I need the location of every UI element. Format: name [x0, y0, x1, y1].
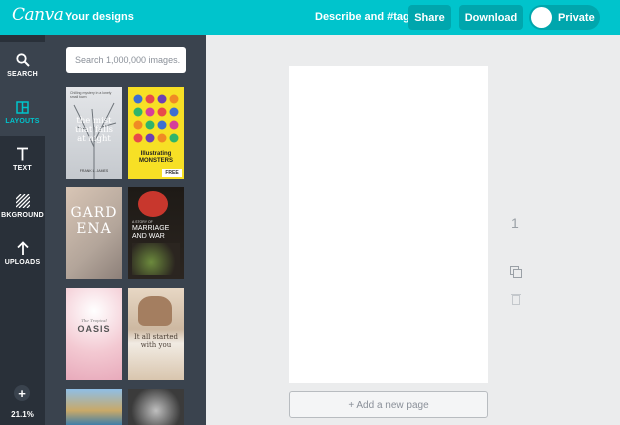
- layout-thumbnail[interactable]: [66, 389, 122, 425]
- zoom-level[interactable]: 21.1%: [0, 410, 45, 419]
- layout-title: Illustrating MONSTERS: [138, 151, 173, 164]
- download-button[interactable]: Download: [459, 5, 523, 30]
- layout-thumbnail[interactable]: It all started with you: [128, 288, 184, 380]
- red-flower-image: [138, 191, 168, 217]
- layout-title: MARRIAGE AND WAR: [132, 225, 170, 240]
- image-search-input[interactable]: Search 1,000,000 images.: [66, 47, 186, 73]
- layout-title: the mist that falls at night: [74, 116, 114, 144]
- layout-kicker: The Tropical: [81, 318, 107, 323]
- left-rail: SEARCH LAYOUTS TEXT BKGROUND UPLOADS + 2…: [0, 35, 45, 425]
- describe-and-tag-link[interactable]: Describe and #tag: [315, 11, 410, 23]
- your-designs-link[interactable]: Your designs: [65, 11, 134, 23]
- delete-page-icon[interactable]: [511, 292, 523, 305]
- layout-thumbnail[interactable]: Illustrating MONSTERS FREE: [128, 87, 184, 179]
- sidebar-item-search[interactable]: SEARCH: [0, 42, 45, 89]
- foliage-image: [132, 243, 180, 275]
- layout-thumbnail[interactable]: GARDENA: [66, 187, 122, 279]
- private-label: Private: [558, 12, 595, 24]
- layout-thumbnail[interactable]: Chilling mystery in a lonely small town …: [66, 87, 122, 179]
- page-number: 1: [511, 215, 519, 231]
- upload-icon: [0, 239, 45, 257]
- search-icon: [0, 51, 45, 69]
- sidebar-item-uploads[interactable]: UPLOADS: [0, 230, 45, 277]
- layout-author: FRANK L. JAMES: [79, 169, 109, 173]
- text-icon: [0, 145, 45, 163]
- couple-image: [138, 296, 172, 326]
- layouts-panel: Search 1,000,000 images. Chilling myster…: [45, 35, 206, 425]
- add-new-page-button[interactable]: + Add a new page: [289, 391, 488, 418]
- layout-title: It all started with you: [133, 333, 179, 349]
- sidebar-item-label: LAYOUTS: [5, 118, 40, 125]
- add-element-button[interactable]: +: [14, 385, 30, 401]
- background-icon: [0, 192, 45, 210]
- monster-faces-image: [133, 94, 179, 143]
- sidebar-item-label: SEARCH: [7, 71, 38, 78]
- layout-title: GARDENA: [70, 205, 118, 237]
- sidebar-item-label: UPLOADS: [4, 259, 41, 266]
- share-button[interactable]: Share: [408, 5, 451, 30]
- toggle-knob: [531, 7, 552, 28]
- layout-thumbnail[interactable]: The Tropical OASIS: [66, 288, 122, 380]
- private-toggle[interactable]: Private: [529, 5, 600, 30]
- sidebar-item-background[interactable]: BKGROUND: [0, 183, 45, 230]
- layout-kicker: A STORY OF: [132, 220, 153, 224]
- design-page[interactable]: [289, 66, 488, 383]
- free-badge: FREE: [162, 169, 182, 177]
- top-bar: Canva Your designs Describe and #tag Sha…: [0, 0, 620, 35]
- sidebar-item-label: TEXT: [13, 165, 32, 172]
- layout-kicker: Chilling mystery in a lonely small town: [70, 91, 112, 99]
- sidebar-item-text[interactable]: TEXT: [0, 136, 45, 183]
- layout-title: OASIS: [77, 324, 111, 334]
- canva-logo[interactable]: Canva: [12, 5, 64, 25]
- layouts-icon: [0, 98, 45, 116]
- layout-thumbnail[interactable]: A STORY OF MARRIAGE AND WAR: [128, 187, 184, 279]
- copy-page-icon[interactable]: [510, 265, 522, 278]
- sidebar-item-label: BKGROUND: [1, 212, 44, 219]
- sidebar-item-layouts[interactable]: LAYOUTS: [0, 89, 45, 136]
- layout-thumbnail[interactable]: [128, 389, 184, 425]
